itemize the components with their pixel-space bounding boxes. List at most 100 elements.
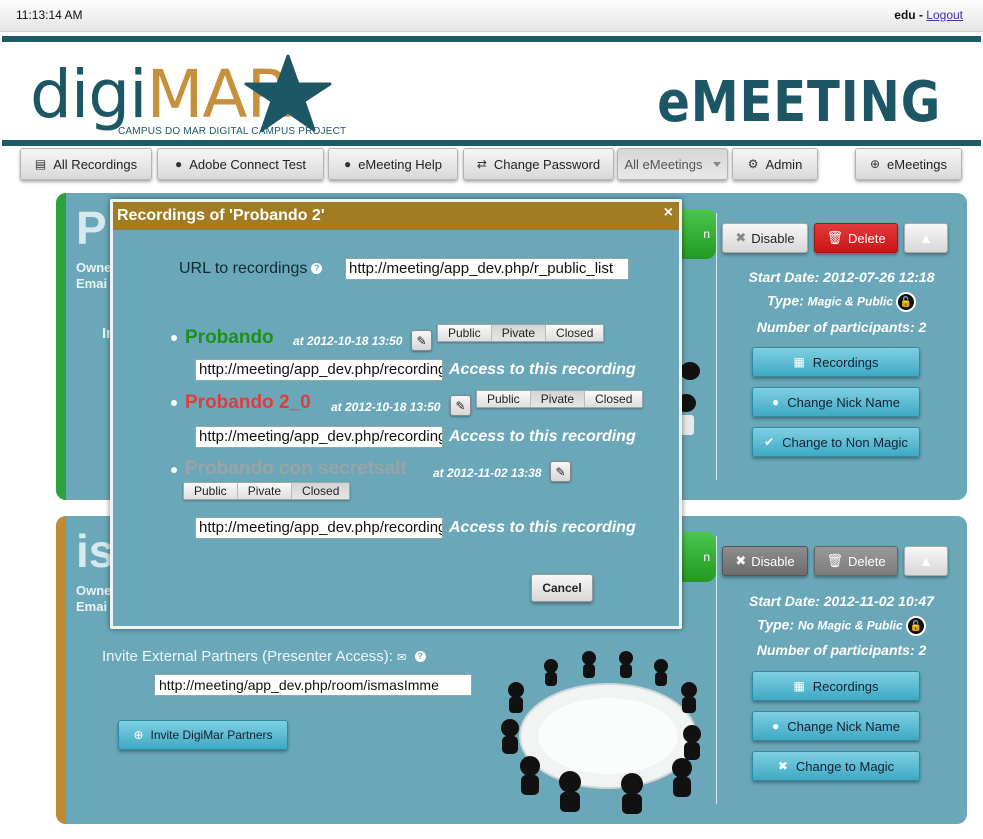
help-icon[interactable]: ? [414,650,426,662]
start-date: Start Date: 2012-11-02 10:47 [749,593,934,609]
list-bullet [171,400,177,406]
public-option[interactable]: Public [477,391,531,407]
starfish-icon [244,54,332,132]
recording-url-field[interactable]: http://meeting/app_dev.php/recording [195,517,443,539]
disable-label: Disable [751,553,795,569]
recordings-label: Recordings [812,678,879,694]
close-icon: ✖ [735,230,747,245]
visibility-toggle: Public Pivate Closed [437,324,605,342]
change-nick-label: Change Nick Name [787,718,900,734]
recordings-modal: Recordings of 'Probando 2' × URL to reco… [110,199,682,629]
delete-label: Delete [847,553,886,569]
recording-url-field[interactable]: http://meeting/app_dev.php/recording [195,359,443,381]
emeetings-label: eMeetings [887,156,948,172]
clock: 11:13:14 AM [16,8,83,22]
exclamation-icon: ● [174,157,183,171]
private-option[interactable]: Pivate [491,325,547,341]
type-value: No Magic & Public [798,618,903,633]
public-option[interactable]: Public [438,325,492,341]
meeting-type: Type: Magic & Public 🔓 [716,292,967,312]
disable-button[interactable]: ✖ Disable [722,223,808,253]
pencil-icon: ✎ [455,398,466,413]
public-option[interactable]: Public [184,483,238,499]
type-value: Magic & Public [807,294,894,309]
all-recordings-button[interactable]: ▤ All Recordings [20,148,152,180]
meeting-title: is [76,525,115,577]
help-icon[interactable]: ? [311,262,323,274]
private-option[interactable]: Pivate [530,391,586,407]
adobe-connect-test-button[interactable]: ● Adobe Connect Test [157,148,324,180]
invite-digimar-partners-button[interactable]: ⊕ Invite DigiMar Partners [118,720,288,750]
logout-link[interactable]: Logout [926,8,963,22]
edit-button[interactable]: ✎ [411,330,432,351]
change-magic-button[interactable]: ✖ Change to Magic [752,751,920,781]
pencil-icon: ✎ [416,333,427,348]
envelope-icon[interactable]: ✉ [397,652,406,664]
logo-subtitle: CAMPUS DO MAR DIGITAL CAMPUS PROJECT [118,126,347,137]
change-password-button[interactable]: ⇄ Change Password [463,148,614,180]
join-label: n [703,550,710,564]
help-icon: ● [343,157,352,171]
access-recording-link[interactable]: Access to this recording [449,519,636,537]
all-emeetings-dropdown[interactable]: All eMeetings [617,148,728,180]
chevron-up-icon: ▲ [919,230,933,246]
join-button[interactable]: n [676,532,716,582]
check-icon: ✔ [764,435,775,449]
modal-title: Recordings of 'Probando 2' [117,207,325,224]
recordings-button[interactable]: ▦ Recordings [752,347,920,377]
closed-option[interactable]: Closed [546,325,604,341]
access-recording-link[interactable]: Access to this recording [449,428,636,446]
logo-digi: digi [30,56,147,133]
admin-label: Admin [765,156,803,172]
close-icon[interactable]: × [664,204,673,222]
recordings-url-field[interactable]: http://meeting/app_dev.php/r_public_list [345,258,629,280]
close-icon: ✖ [735,553,747,568]
closed-option[interactable]: Closed [292,483,350,499]
email-label: Emai [76,276,108,291]
chevron-down-icon [712,161,721,167]
user-icon: ● [772,719,780,733]
email-label: Emai [76,599,108,614]
disable-label: Disable [751,230,795,246]
change-password-label: Change Password [493,156,601,172]
edit-button[interactable]: ✎ [550,461,571,482]
refresh-icon: ⇄ [476,157,487,171]
private-option[interactable]: Pivate [237,483,293,499]
header: digiMAR CAMPUS DO MAR DIGITAL CAMPUS PRO… [2,36,981,146]
join-button[interactable]: n [676,209,716,259]
film-icon: ▦ [793,679,805,693]
invite-url-field[interactable]: http://meeting/app_dev.php/room/ismasImm… [154,674,472,696]
change-nick-button[interactable]: ● Change Nick Name [752,387,920,417]
unlock-icon[interactable]: 🔓 [905,616,926,636]
admin-button[interactable]: ⚙ Admin [732,148,818,180]
collapse-button[interactable]: ▲ [904,546,948,576]
adobe-test-label: Adobe Connect Test [189,156,307,172]
disable-button[interactable]: ✖ Disable [722,546,808,576]
digimar-logo: digiMAR CAMPUS DO MAR DIGITAL CAMPUS PRO… [30,54,346,140]
visibility-toggle: Public Pivate Closed [183,482,351,500]
cancel-button[interactable]: Cancel [531,574,593,602]
emeeting-help-button[interactable]: ● eMeeting Help [328,148,458,180]
change-nick-button[interactable]: ● Change Nick Name [752,711,920,741]
trash-icon: 🗑 [826,230,843,245]
recording-name: Probando con secretsalt [185,458,407,479]
delete-button[interactable]: 🗑 Delete [814,546,898,576]
divider [716,213,717,480]
change-magic-button[interactable]: ✔ Change to Non Magic [752,427,920,457]
chevron-up-icon: ▲ [919,553,933,569]
recordings-button[interactable]: ▦ Recordings [752,671,920,701]
brand-title: eMEETING [657,70,941,135]
trash-icon: 🗑 [826,553,843,568]
type-label: Type: [757,616,795,633]
user-area: edu - Logout [894,8,963,22]
edit-button[interactable]: ✎ [450,395,471,416]
emeetings-button[interactable]: ⊕ eMeetings [855,148,962,180]
recording-date: at 2012-11-02 13:38 [433,466,542,480]
collapse-button[interactable]: ▲ [904,223,948,253]
recording-url-field[interactable]: http://meeting/app_dev.php/recording [195,426,443,448]
closed-option[interactable]: Closed [585,391,643,407]
unlock-icon[interactable]: 🔓 [896,292,917,312]
delete-button[interactable]: 🗑 Delete [814,223,898,253]
access-recording-link[interactable]: Access to this recording [449,361,636,379]
all-recordings-label: All Recordings [53,156,138,172]
